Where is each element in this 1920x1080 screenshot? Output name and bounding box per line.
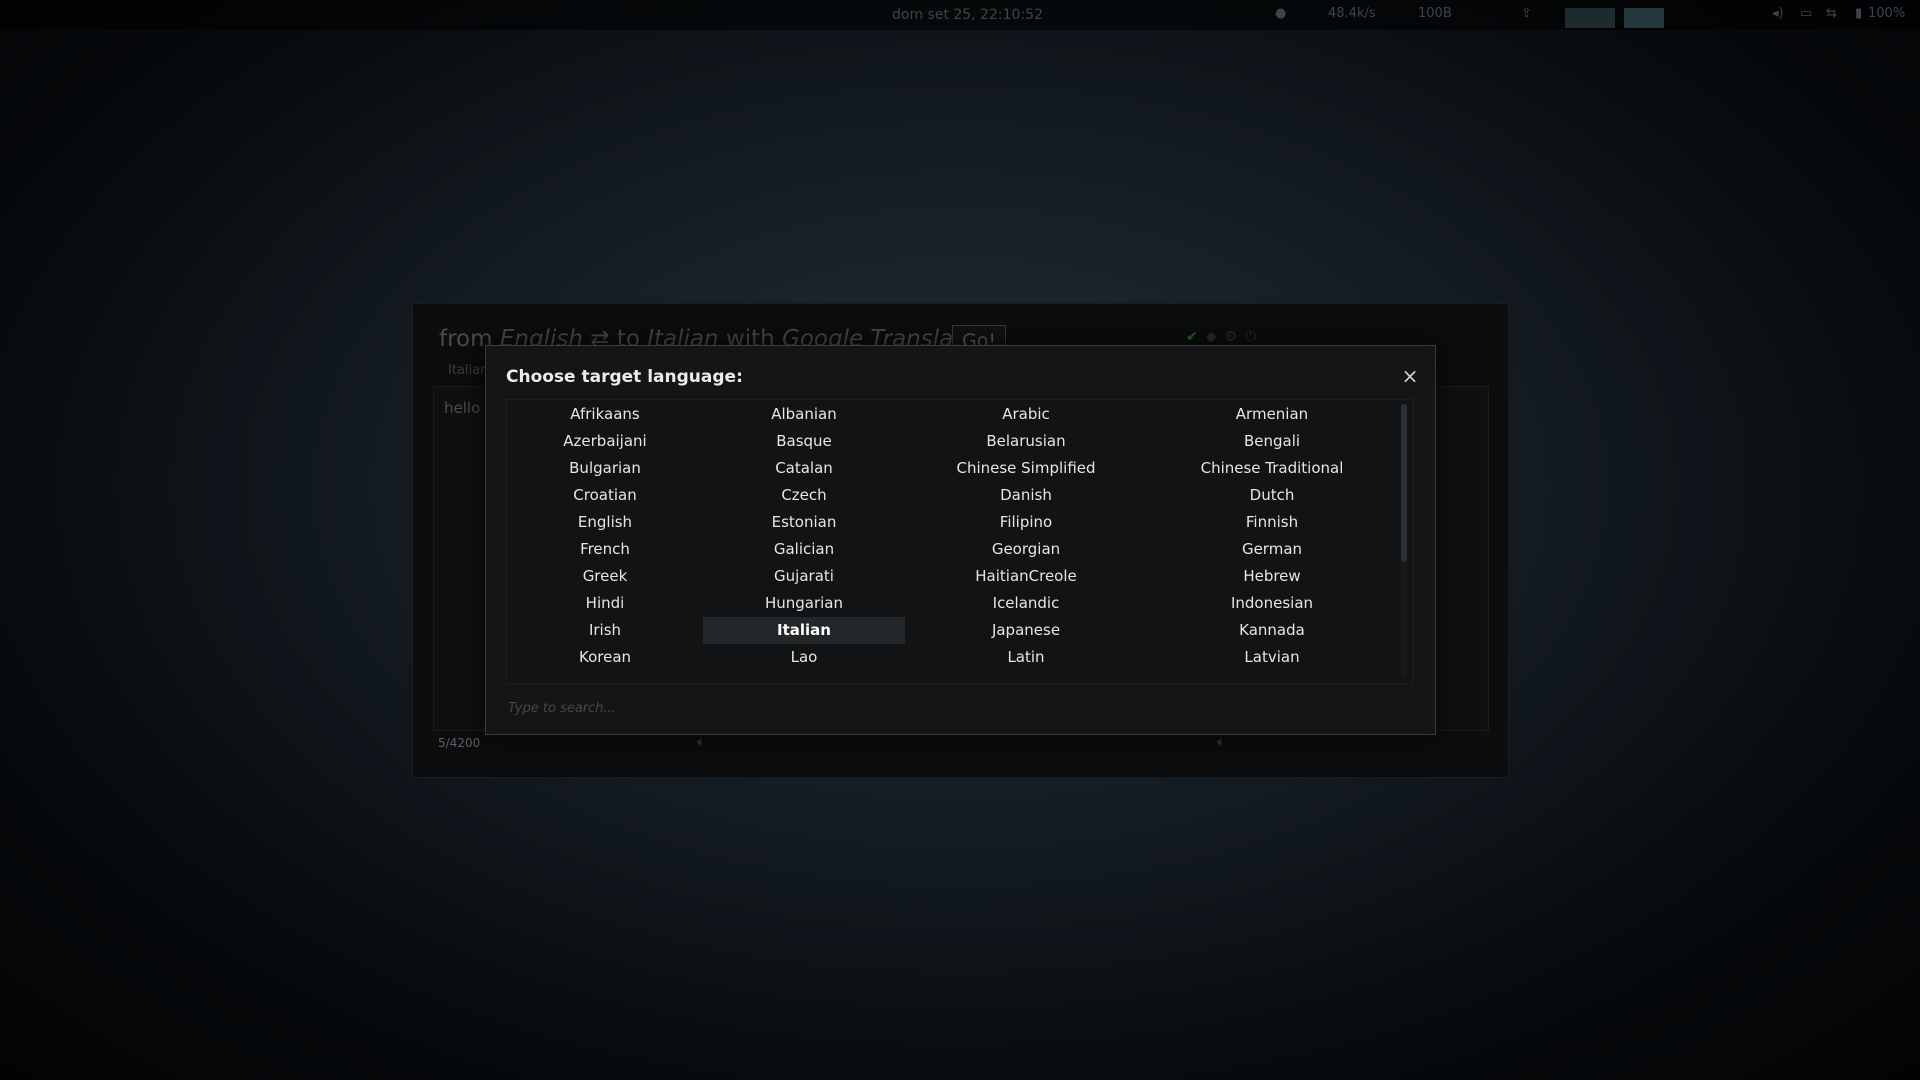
language-option-greek[interactable]: Greek [507,563,703,590]
language-option-catalan[interactable]: Catalan [703,455,905,482]
language-row: Azerbaijani Basque Belarusian Bengali [507,428,1397,455]
language-row: Afrikaans Albanian Arabic Armenian [507,401,1397,428]
language-option-bulgarian[interactable]: Bulgarian [507,455,703,482]
volume-icon[interactable]: ◂) [1772,6,1784,21]
language-option-japanese[interactable]: Japanese [905,617,1147,644]
language-row: Croatian Czech Danish Dutch [507,482,1397,509]
language-option-hungarian[interactable]: Hungarian [703,590,905,617]
language-option-finnish[interactable]: Finnish [1147,509,1397,536]
panel-clock[interactable]: dom set 25, 22:10:52 [892,7,1043,23]
language-option-latin[interactable]: Latin [905,644,1147,671]
source-language-tab[interactable]: Italian [448,363,488,378]
mem-indicator [1624,8,1664,28]
scrollbar-thumb[interactable] [1401,404,1407,562]
target-speaker-icon[interactable]: 🔈︎ [1217,734,1225,750]
language-option-indonesian[interactable]: Indonesian [1147,590,1397,617]
status-icons: ✔ ◆ ⚙ ⏻ [1186,329,1264,345]
language-row: French Galician Georgian German [507,536,1397,563]
language-option-gujarati[interactable]: Gujarati [703,563,905,590]
language-option-irish[interactable]: Irish [507,617,703,644]
upload-icon[interactable]: ⇪ [1521,6,1532,21]
display-icon[interactable]: ▭ [1800,6,1812,21]
language-option-chinese-traditional[interactable]: Chinese Traditional [1147,455,1397,482]
language-option-belarusian[interactable]: Belarusian [905,428,1147,455]
close-button[interactable]: × [1398,364,1422,388]
language-option-lao[interactable]: Lao [703,644,905,671]
search-input[interactable] [506,695,1110,721]
language-option-dutch[interactable]: Dutch [1147,482,1397,509]
language-option-hebrew[interactable]: Hebrew [1147,563,1397,590]
check-icon[interactable]: ✔ [1186,329,1198,345]
source-text[interactable]: hello [444,399,480,417]
language-list[interactable]: Afrikaans Albanian Arabic Armenian Azerbaija… [506,399,1413,684]
language-option-albanian[interactable]: Albanian [703,401,905,428]
language-option-bengali[interactable]: Bengali [1147,428,1397,455]
language-chooser-dialog: Choose target language: × Afrikaans Alban… [485,345,1436,735]
power-icon[interactable]: ⏻ [1245,329,1256,345]
language-option-italian[interactable]: Italian [703,617,905,644]
language-option-danish[interactable]: Danish [905,482,1147,509]
language-option-hindi[interactable]: Hindi [507,590,703,617]
language-option-czech[interactable]: Czech [703,482,905,509]
record-icon[interactable]: ● [1275,6,1286,21]
dialog-title: Choose target language: [506,367,743,387]
language-option-estonian[interactable]: Estonian [703,509,905,536]
language-row: English Estonian Filipino Finnish [507,509,1397,536]
gear-icon[interactable]: ⚙ [1225,329,1238,345]
scrollbar[interactable] [1401,404,1407,679]
diamond-icon[interactable]: ◆ [1206,329,1217,345]
language-option-armenian[interactable]: Armenian [1147,401,1397,428]
language-option-arabic[interactable]: Arabic [905,401,1147,428]
language-row: Greek Gujarati HaitianCreole Hebrew [507,563,1397,590]
battery-icon[interactable]: ▮ [1855,6,1862,21]
language-option-korean[interactable]: Korean [507,644,703,671]
language-option-latvian[interactable]: Latvian [1147,644,1397,671]
language-option-haitiancreole[interactable]: HaitianCreole [905,563,1147,590]
language-option-georgian[interactable]: Georgian [905,536,1147,563]
language-option-filipino[interactable]: Filipino [905,509,1147,536]
language-option-german[interactable]: German [1147,536,1397,563]
language-option-kannada[interactable]: Kannada [1147,617,1397,644]
language-row: Irish Italian Japanese Kannada [507,617,1397,644]
language-option-french[interactable]: French [507,536,703,563]
language-option-croatian[interactable]: Croatian [507,482,703,509]
language-row: Bulgarian Catalan Chinese Simplified Chines… [507,455,1397,482]
language-row: Hindi Hungarian Icelandic Indonesian [507,590,1397,617]
language-option-basque[interactable]: Basque [703,428,905,455]
language-option-english[interactable]: English [507,509,703,536]
language-option-afrikaans[interactable]: Afrikaans [507,401,703,428]
char-count: 5/4200 [438,736,481,750]
source-speaker-icon[interactable]: 🔈︎ [697,734,705,750]
network-icon[interactable]: ⇆ [1826,6,1837,21]
language-option-chinese-simplified[interactable]: Chinese Simplified [905,455,1147,482]
battery-label: 100% [1868,6,1906,21]
language-option-azerbaijani[interactable]: Azerbaijani [507,428,703,455]
language-option-icelandic[interactable]: Icelandic [905,590,1147,617]
language-option-galician[interactable]: Galician [703,536,905,563]
net-down-label: 48.4k/s [1328,6,1376,21]
top-panel: dom set 25, 22:10:52 ● 48.4k/s 100B ⇪ ◂)… [0,0,1920,30]
cpu-indicator [1565,8,1615,28]
language-row: Korean Lao Latin Latvian [507,644,1397,671]
net-up-label: 100B [1418,6,1452,21]
